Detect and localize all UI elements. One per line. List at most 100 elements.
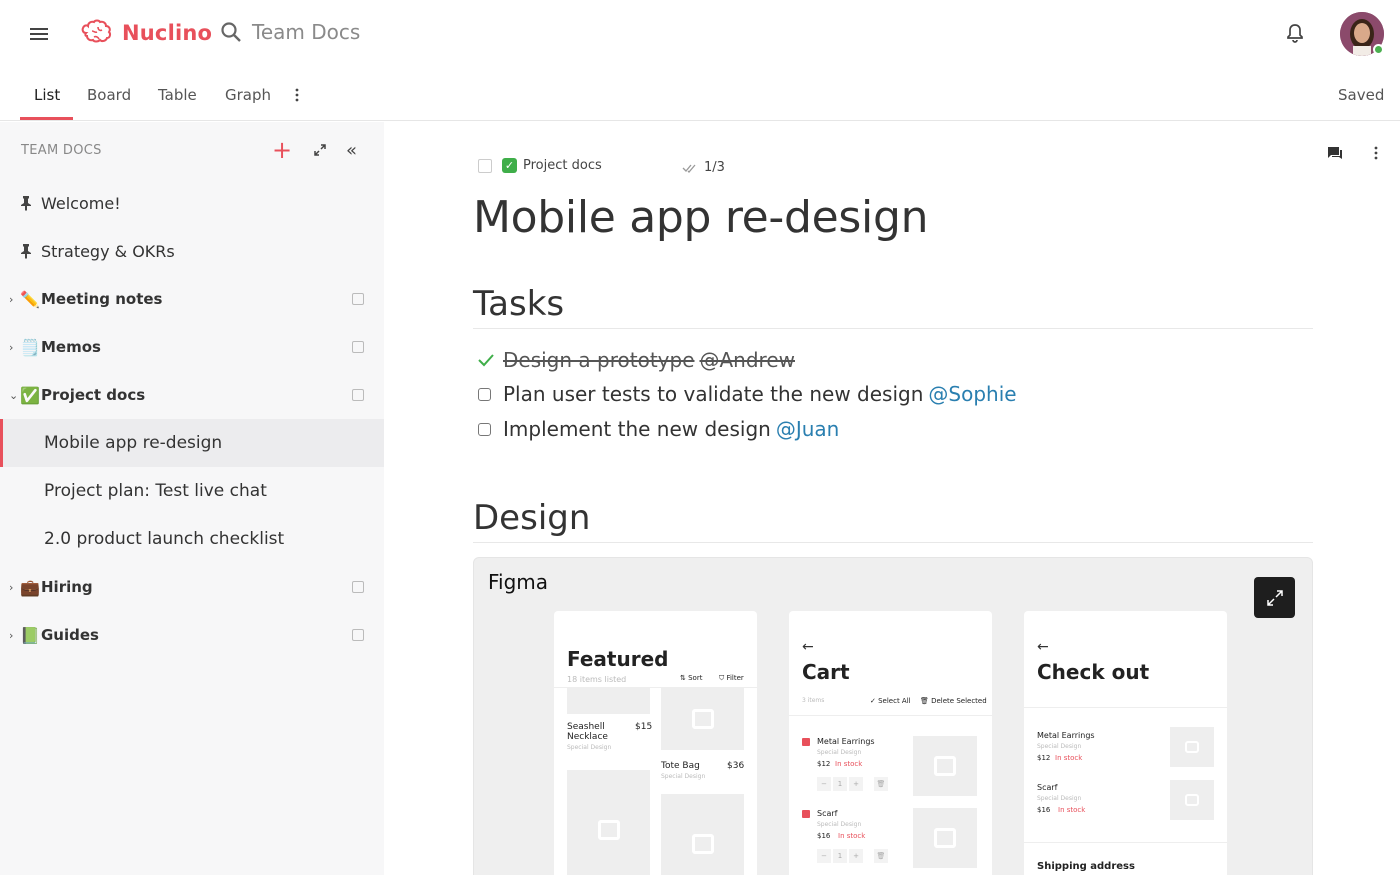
fullscreen-button[interactable]	[1254, 577, 1295, 618]
brain-icon	[81, 19, 112, 43]
product-image	[567, 770, 650, 875]
tasks-heading[interactable]: Tasks	[473, 284, 564, 324]
sidebar-item-memos[interactable]: › 🗒️ Memos	[0, 323, 384, 371]
task-item[interactable]: Plan user tests to validate the new desi…	[478, 382, 1017, 406]
tab-table[interactable]: Table	[158, 86, 197, 104]
copy-icon[interactable]	[352, 581, 364, 593]
task-checkbox[interactable]	[478, 387, 491, 401]
item-sub: Special Design	[817, 749, 862, 756]
mention-juan[interactable]: @Juan	[776, 417, 840, 441]
item-price: $12	[1037, 754, 1051, 762]
frame-title: Check out	[1037, 660, 1150, 684]
sidebar-item-label: Memos	[41, 338, 101, 356]
item-stock: In stock	[1058, 806, 1086, 814]
tab-graph[interactable]: Graph	[225, 86, 271, 104]
collapse-sidebar-button[interactable]: «	[346, 142, 357, 160]
page-title[interactable]: Mobile app re-design	[473, 192, 928, 243]
breadcrumb[interactable]: ✓ Project docs	[478, 158, 602, 173]
figma-embed[interactable]: Figma Featured 18 items listed ⇅ Sort ⛉ …	[473, 557, 1313, 875]
mention-sophie[interactable]: @Sophie	[928, 382, 1016, 406]
book-icon: 📗	[20, 625, 40, 645]
save-status: Saved	[1338, 86, 1385, 104]
filter-label: ⛉ Filter	[719, 674, 744, 682]
product-name: Seashell Necklace	[567, 722, 608, 742]
product-image	[661, 688, 744, 750]
view-tabs: List Board Table Graph Saved	[0, 68, 1400, 121]
check-icon[interactable]	[478, 353, 494, 367]
task-text-done: Design a prototype @Andrew	[503, 348, 795, 372]
pin-icon	[21, 196, 31, 211]
pencil-icon: ✏️	[20, 289, 40, 309]
logo[interactable]: Nuclino	[80, 18, 212, 48]
chevron-right-icon[interactable]: ›	[9, 341, 13, 354]
copy-icon[interactable]	[352, 341, 364, 353]
task-item[interactable]: Implement the new design @Juan	[478, 417, 839, 441]
sidebar-item-hiring[interactable]: › 💼 Hiring	[0, 563, 384, 611]
arrow-left-icon: ←	[802, 639, 814, 655]
add-item-button[interactable]: +	[272, 138, 292, 162]
expand-icon	[1266, 589, 1283, 606]
item-checkbox	[802, 810, 810, 818]
sidebar-item-mobile-app-redesign[interactable]: Mobile app re-design	[0, 419, 384, 467]
frame-title: Featured	[567, 647, 669, 671]
sidebar: TEAM DOCS + « Welcome! Strategy & OKRs ›…	[0, 122, 384, 875]
search-input[interactable]: Team Docs	[252, 20, 360, 44]
divider	[1024, 842, 1227, 843]
task-text: Plan user tests to validate the new desi…	[503, 382, 924, 406]
figma-frame-cart: ← Cart 3 items ✓ Select All 🗑 Delete Sel…	[789, 611, 992, 875]
sidebar-item-welcome[interactable]: Welcome!	[0, 179, 384, 227]
sidebar-item-label: Project docs	[41, 386, 146, 404]
task-text: Implement the new design	[503, 417, 771, 441]
notepad-icon: 🗒️	[20, 337, 40, 357]
product-image	[913, 808, 977, 868]
item-name: Scarf	[1037, 783, 1058, 792]
copy-icon[interactable]	[352, 293, 364, 305]
delete-selected-label: 🗑 Delete Selected	[920, 697, 987, 705]
sidebar-item-strategy[interactable]: Strategy & OKRs	[0, 227, 384, 275]
sidebar-item-label: Meeting notes	[41, 290, 163, 308]
copy-icon[interactable]	[352, 389, 364, 401]
top-bar: Nuclino Team Docs	[0, 0, 1400, 68]
item-stock: In stock	[835, 760, 863, 768]
briefcase-icon: 💼	[20, 577, 40, 597]
trash-icon: 🗑	[874, 849, 888, 863]
sidebar-item-label: 2.0 product launch checklist	[44, 529, 285, 549]
bell-icon[interactable]	[1284, 22, 1306, 44]
product-image	[567, 688, 650, 714]
sidebar-item-launch-checklist[interactable]: 2.0 product launch checklist	[0, 515, 384, 563]
more-vertical-icon[interactable]	[294, 88, 300, 102]
tab-list[interactable]: List	[34, 86, 60, 104]
sidebar-item-project-plan[interactable]: Project plan: Test live chat	[0, 467, 384, 515]
menu-icon[interactable]	[30, 28, 48, 40]
task-item[interactable]: Design a prototype @Andrew	[478, 348, 795, 372]
product-image	[1170, 780, 1214, 820]
trash-icon: 🗑	[874, 777, 888, 791]
chevron-right-icon[interactable]: ›	[9, 293, 13, 306]
sidebar-item-project-docs[interactable]: ⌄ ✅ Project docs	[0, 371, 384, 419]
task-checkbox[interactable]	[478, 422, 491, 436]
breadcrumb-label[interactable]: Project docs	[523, 158, 602, 173]
chevron-right-icon[interactable]: ›	[9, 629, 13, 642]
chevron-right-icon[interactable]: ›	[9, 581, 13, 594]
sidebar-item-label: Guides	[41, 626, 99, 644]
item-name: Scarf	[817, 809, 838, 818]
expand-icon[interactable]	[314, 144, 326, 156]
items-count: 3 items	[802, 697, 825, 704]
items-count: 18 items listed	[567, 675, 627, 684]
copy-icon[interactable]	[478, 158, 492, 173]
mention-andrew[interactable]: @Andrew	[700, 348, 796, 372]
sidebar-header: TEAM DOCS	[21, 143, 102, 158]
comment-icon[interactable]	[1327, 146, 1343, 160]
progress-count: 1/3	[704, 160, 725, 175]
chevron-down-icon[interactable]: ⌄	[9, 389, 18, 402]
sidebar-item-label: Mobile app re-design	[44, 433, 223, 453]
search-box[interactable]: Team Docs	[220, 20, 360, 44]
design-heading[interactable]: Design	[473, 498, 590, 538]
copy-icon[interactable]	[352, 629, 364, 641]
more-vertical-icon[interactable]	[1373, 146, 1379, 160]
sidebar-item-meeting-notes[interactable]: › ✏️ Meeting notes	[0, 275, 384, 323]
tab-board[interactable]: Board	[87, 86, 131, 104]
sidebar-item-guides[interactable]: › 📗 Guides	[0, 611, 384, 659]
task-progress: 1/3	[682, 160, 725, 175]
product-image	[1170, 727, 1214, 767]
